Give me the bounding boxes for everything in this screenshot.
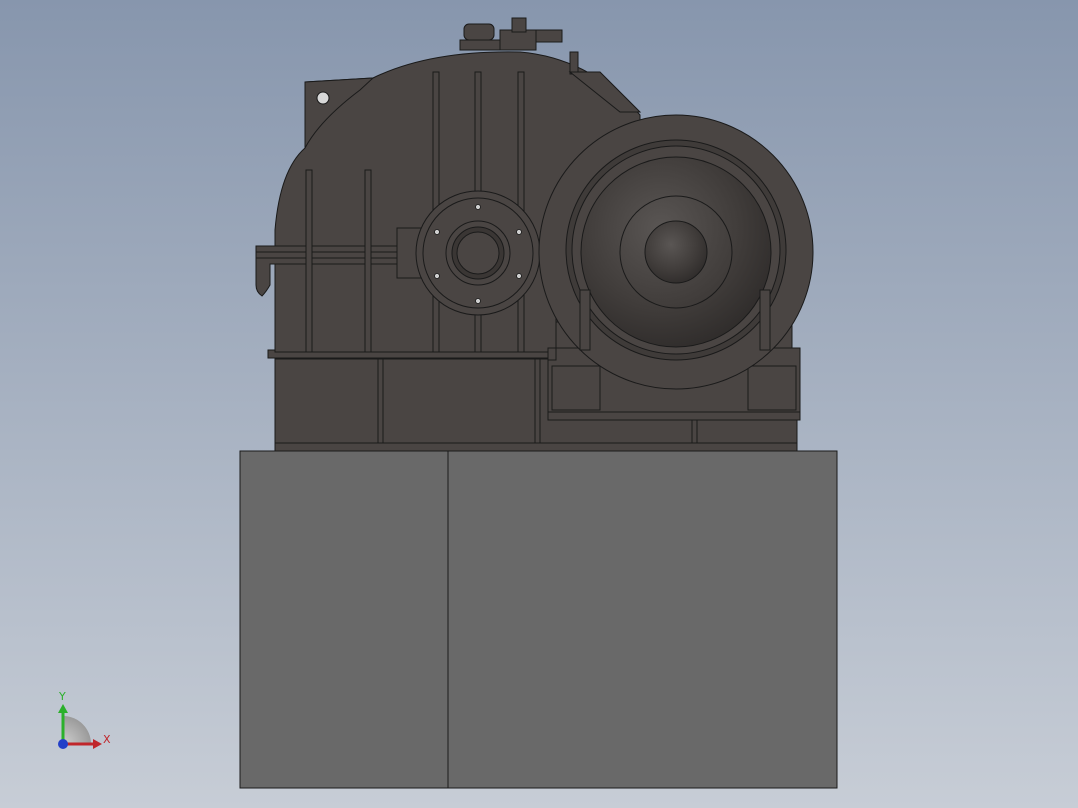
x-axis-label: X — [103, 733, 111, 746]
base-block[interactable] — [239, 450, 838, 789]
model-view[interactable]: Y X — [0, 0, 1078, 808]
lifting-eye-icon — [316, 91, 330, 105]
motor-assembly[interactable] — [538, 114, 814, 421]
z-axis-dot-icon — [58, 739, 68, 749]
y-axis-label: Y — [58, 690, 66, 703]
graphics-viewport[interactable]: Y X — [0, 0, 1078, 808]
